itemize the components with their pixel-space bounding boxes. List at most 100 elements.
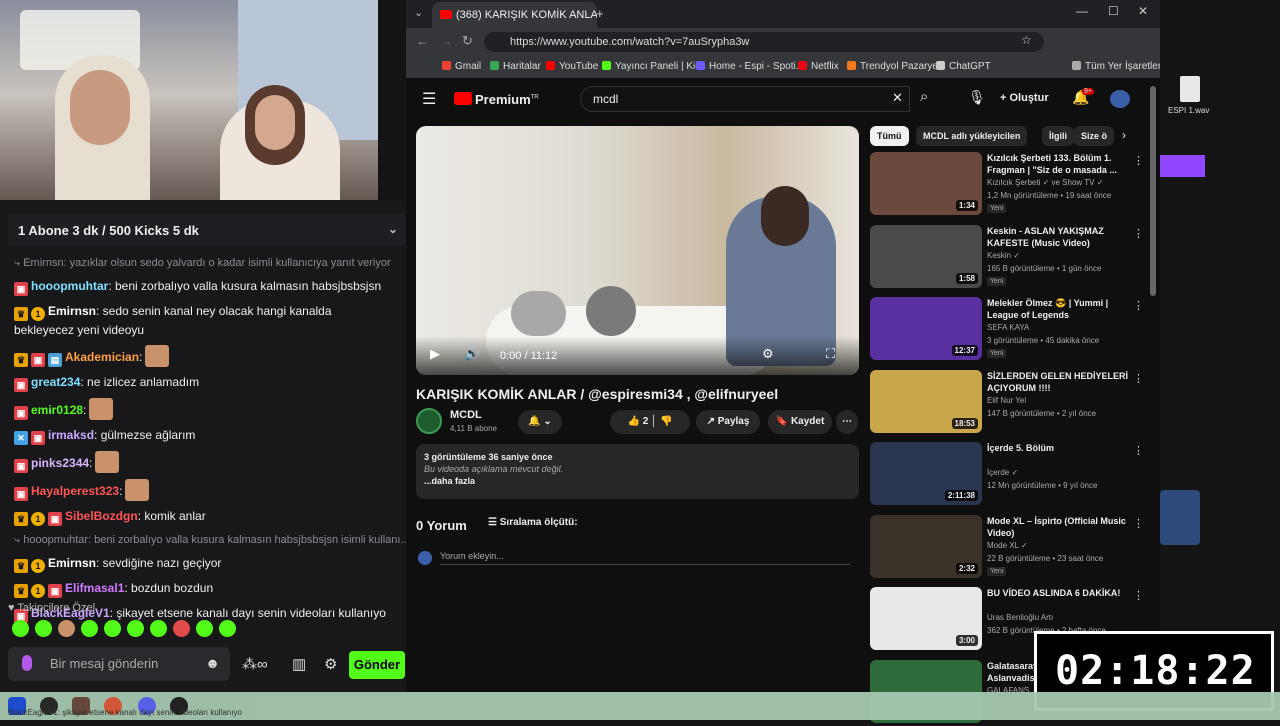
bookmark-kick[interactable]: Yayıncı Paneli | Kick <box>602 61 705 72</box>
video-thumbnail[interactable]: 12:37 <box>870 297 982 360</box>
emote-icon[interactable] <box>81 620 98 637</box>
chat-username[interactable]: irmaksd <box>48 428 94 442</box>
bookmark-chatgpt[interactable]: ChatGPT <box>936 61 991 72</box>
channel-avatar[interactable] <box>416 408 442 434</box>
emote-icon[interactable] <box>12 620 29 637</box>
overlay-window[interactable] <box>1160 155 1205 177</box>
emote-icon[interactable] <box>58 620 75 637</box>
chat-username[interactable]: hooopmuhtar <box>31 279 108 293</box>
bookmark-gmail[interactable]: Gmail <box>442 61 481 72</box>
send-button[interactable]: Gönder <box>349 651 405 679</box>
emote-icon[interactable] <box>219 620 236 637</box>
star-icon[interactable]: ☆ <box>1021 33 1032 47</box>
pinned-message[interactable]: 1 Abone 3 dk / 500 Kicks 5 dk ⌄ <box>8 214 406 246</box>
recommendation-title[interactable]: Kızılcık Şerbeti 133. Bölüm 1. Fragman |… <box>987 152 1132 176</box>
maximize-icon[interactable]: ☐ <box>1108 4 1119 18</box>
more-icon[interactable]: ⋮ <box>1133 154 1144 167</box>
more-icon[interactable]: ⋮ <box>1133 227 1144 240</box>
chat-input[interactable]: Bir mesaj gönderin ☻ <box>8 647 230 681</box>
back-icon[interactable]: ← <box>416 34 428 48</box>
clear-search-icon[interactable]: ✕ <box>892 90 903 106</box>
infinity-icon[interactable]: ⁂∞ <box>242 655 268 673</box>
video-thumbnail[interactable]: 2:11:38 <box>870 442 982 505</box>
video-thumbnail[interactable]: 2:32 <box>870 514 982 578</box>
recommendation-channel[interactable]: Keskin ✓ <box>987 251 1020 260</box>
chat-username[interactable]: pinks2344 <box>31 456 89 470</box>
chip-all[interactable]: Tümü <box>870 126 909 146</box>
video-thumbnail[interactable]: 3:00 <box>870 587 982 650</box>
save-button[interactable]: 🔖 Kaydet <box>768 410 832 434</box>
new-tab-icon[interactable]: + <box>596 6 604 21</box>
bookmark-trendyol[interactable]: Trendyol Pazaryeri <box>847 61 944 72</box>
recommendation-channel[interactable]: Elif Nur Yel <box>987 396 1026 405</box>
video-player[interactable]: ▶ 🔊 0:00 / 11:12 ⚙ ⛶ <box>416 126 859 375</box>
forward-icon[interactable]: → <box>440 34 452 48</box>
chat-username[interactable]: Akademician <box>65 350 139 364</box>
recommendation-item[interactable]: 1:34 Kızılcık Şerbeti 133. Bölüm 1. Fragm… <box>870 152 1150 218</box>
chat-username[interactable]: great234 <box>31 375 80 389</box>
recommendation-item[interactable]: 2:11:38 İçerde 5. Bölüm İçerde ✓ 12 Mn görü… <box>870 442 1150 508</box>
description-box[interactable]: 3 görüntüleme 36 saniye önce Bu videoda … <box>416 444 859 499</box>
recommendation-item[interactable]: 18:53 SİZLERDEN GELEN HEDİYELERİ AÇIYORUM… <box>870 369 1150 436</box>
sort-button[interactable]: ☰ Sıralama ölçütü: <box>488 517 578 528</box>
chip-related[interactable]: İlgili <box>1042 126 1074 146</box>
like-button[interactable]: 👍 2 │ 👎 <box>610 410 690 434</box>
scrollbar[interactable] <box>1150 86 1156 296</box>
recommendation-title[interactable]: Melekler Ölmez 😎 | Yummi | League of Leg… <box>987 297 1132 321</box>
emoji-icon[interactable]: ☻ <box>205 655 220 671</box>
chat-username[interactable]: SibelBozdgn <box>65 509 138 523</box>
bookmark-youtube[interactable]: YouTube <box>546 61 598 72</box>
more-icon[interactable]: ⋮ <box>1133 299 1144 312</box>
wav-file-icon[interactable] <box>1180 76 1200 102</box>
volume-icon[interactable]: 🔊 <box>464 346 480 362</box>
youtube-logo-icon[interactable] <box>454 92 472 105</box>
more-icon[interactable]: ⋮ <box>1133 589 1144 602</box>
channel-name[interactable]: MCDL <box>450 409 482 421</box>
avatar[interactable] <box>1110 90 1130 108</box>
chevron-right-icon[interactable]: › <box>1122 128 1126 142</box>
show-more-link[interactable]: ...daha fazla <box>424 476 851 486</box>
chat-username[interactable]: Emirnsn <box>48 556 96 570</box>
recommendation-item[interactable]: 1:58 Keskin - ASLAN YAKIŞMAZ KAFESTE (Mus… <box>870 224 1150 291</box>
recommendation-channel[interactable]: Uras Benlioğlu Artı <box>987 613 1053 622</box>
tab-youtube[interactable]: (368) KARIŞIK KOMİK ANLAR <box>432 2 597 28</box>
share-button[interactable]: ↗ Paylaş <box>696 410 760 434</box>
recommendation-channel[interactable]: Kızılcık Şerbeti ✓ ve Show TV ✓ <box>987 178 1103 187</box>
chat-username[interactable]: emir0128 <box>31 403 83 417</box>
recommendation-channel[interactable]: İçerde ✓ <box>987 468 1018 477</box>
more-icon[interactable]: ⋯ <box>836 410 858 434</box>
url-input[interactable]: https://www.youtube.com/watch?v=7auSryph… <box>484 32 1044 52</box>
fullscreen-icon[interactable]: ⛶ <box>826 346 835 362</box>
emote-icon[interactable] <box>127 620 144 637</box>
tab-search-icon[interactable]: ⌄ <box>414 6 423 19</box>
search-icon[interactable]: ⌕ <box>920 88 928 105</box>
mic-icon[interactable] <box>22 655 32 671</box>
reload-icon[interactable]: ↻ <box>462 33 473 49</box>
recommendation-item[interactable]: 2:32 Mode XL – İspirto (Official Music Vi… <box>870 514 1150 581</box>
video-thumbnail[interactable]: 18:53 <box>870 369 982 433</box>
more-icon[interactable]: ⋮ <box>1133 444 1144 457</box>
settings-icon[interactable]: ⚙ <box>762 346 774 362</box>
bookmark-maps[interactable]: Haritalar <box>490 61 541 72</box>
play-icon[interactable]: ▶ <box>430 346 440 362</box>
recommendation-title[interactable]: Mode XL – İspirto (Official Music Video) <box>987 515 1132 539</box>
menu-icon[interactable]: ☰ <box>422 89 436 109</box>
bookmark-spotify[interactable]: Home - Espi - Spoti... <box>696 61 804 72</box>
recommendation-title[interactable]: BU VİDEO ASLINDA 6 DAKİKA! <box>987 587 1132 599</box>
chevron-down-icon[interactable]: ⌄ <box>388 222 398 236</box>
comment-input[interactable]: Yorum ekleyin... <box>440 551 850 565</box>
gear-icon[interactable]: ⚙ <box>324 655 337 673</box>
more-icon[interactable]: ⋮ <box>1133 517 1144 530</box>
emote-icon[interactable] <box>35 620 52 637</box>
search-input[interactable]: mcdl <box>580 86 910 112</box>
chat-username[interactable]: Elifmasal1 <box>65 581 124 595</box>
bookmark-all[interactable]: Tüm Yer İşaretleri <box>1072 61 1163 72</box>
recommendation-channel[interactable]: Mode XL ✓ <box>987 541 1028 550</box>
video-thumbnail[interactable]: 1:58 <box>870 224 982 288</box>
emote-icon[interactable] <box>104 620 121 637</box>
recommendation-title[interactable]: Keskin - ASLAN YAKIŞMAZ KAFESTE (Music V… <box>987 225 1132 249</box>
subscribe-bell-button[interactable]: 🔔 ⌄ <box>518 410 562 434</box>
more-icon[interactable]: ⋮ <box>1133 372 1144 385</box>
emote-icon[interactable] <box>196 620 213 637</box>
mic-icon[interactable]: 🎙 <box>968 89 986 106</box>
